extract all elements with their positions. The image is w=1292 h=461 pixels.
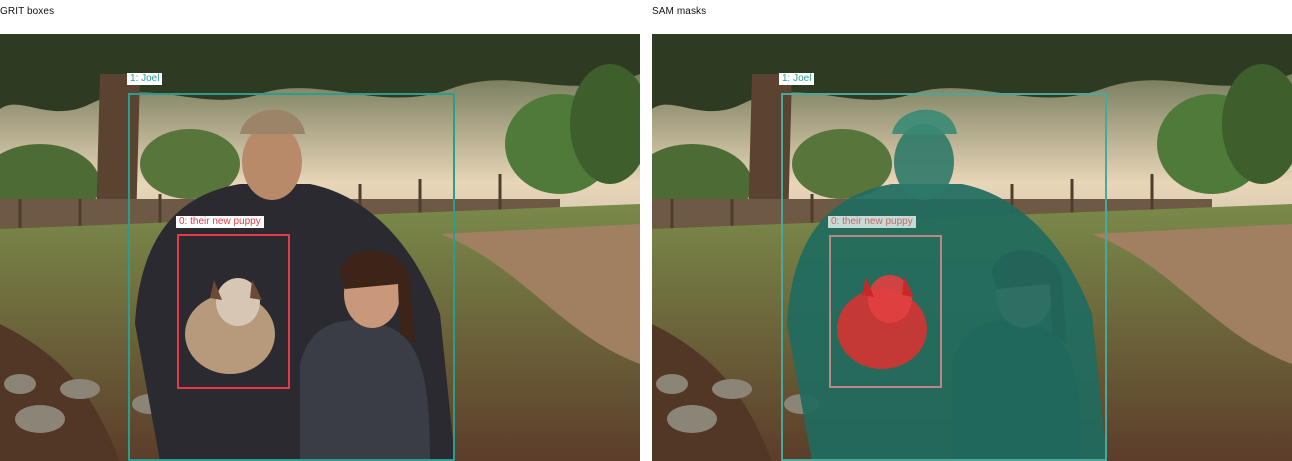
- panel-title-grit: GRIT boxes: [0, 6, 55, 17]
- box-label-joel: 1: Joel: [127, 73, 163, 85]
- grit-boxes-image: 1: Joel 0: their new puppy: [0, 34, 640, 461]
- box-puppy: [177, 234, 290, 389]
- box-label-puppy: 0: their new puppy: [176, 216, 264, 228]
- box-label-joel-sam: 1: Joel: [779, 73, 815, 85]
- box-puppy-sam: [829, 235, 942, 388]
- sam-masks-image: 1: Joel 0: their new puppy: [652, 34, 1292, 461]
- panel-title-sam: SAM masks: [652, 6, 707, 17]
- box-label-puppy-sam: 0: their new puppy: [828, 216, 916, 228]
